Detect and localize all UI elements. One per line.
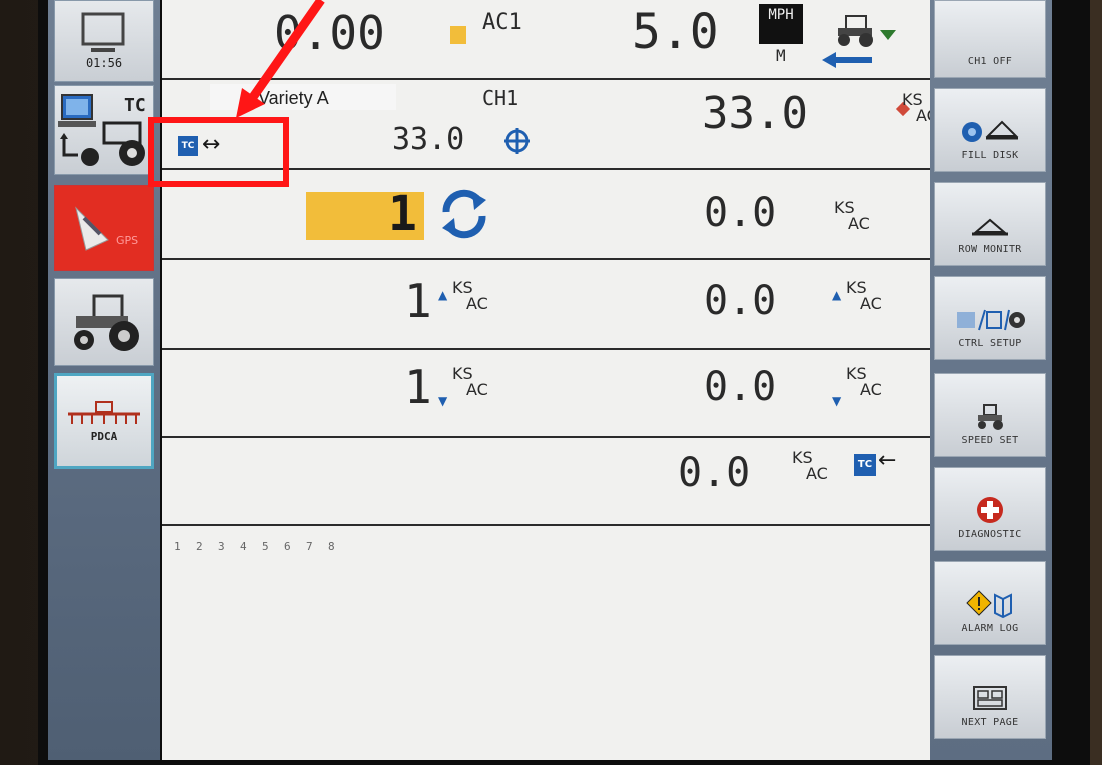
unit-bottom: AC [806,464,828,483]
ctrl-setup-button[interactable]: CTRL SETUP [934,276,1046,360]
speed-unit-badge: MPH [759,4,803,44]
increase-rate-arrow-icon: ▲ [832,288,842,302]
alarm-log-label: ALARM LOG [961,623,1019,634]
decrease-step[interactable]: 1 [404,360,432,414]
next-page-label: NEXT PAGE [961,717,1019,728]
diagnostic-label: DIAGNOSTIC [958,529,1022,540]
next-page-button[interactable]: NEXT PAGE [934,655,1046,739]
actual-rate: 33.0 [702,88,808,139]
alarm-log-button[interactable]: ALARM LOG [934,561,1046,645]
variety-name: Variety A [258,88,329,108]
pdca-button[interactable]: PDCA [54,373,154,469]
row-number: 3 [218,540,225,553]
fill-disk-icon [962,120,1019,142]
planter-icon [68,400,140,424]
ctrl-setup-label: CTRL SETUP [958,338,1022,349]
main-panel: 0.00 AC1 5.0 MPH M Variety A CH1 33.0 TC… [162,0,938,760]
product-label: AC1 [482,10,522,35]
increase-arrow-icon: ▲ [438,288,448,302]
row-monitor-label: ROW MONITR [958,244,1022,255]
speed-source-icon [822,15,896,68]
fill-disk-label: FILL DISK [961,150,1019,161]
next-page-icon [973,686,1007,710]
monitor-icon [81,12,125,52]
increase-rate-value: 0.0 [704,278,777,324]
decrease-rate-arrow-icon: ▼ [832,394,842,408]
row-number: 5 [262,540,269,553]
row-number: 6 [284,540,291,553]
right-sidebar: CH1 OFF FILL DISK ROW MONITR CTRL SETUP [930,0,1052,760]
clock-button[interactable]: 01:56 [54,0,154,82]
alarm-log-icon [966,590,1012,619]
increase-rate-unit: KS AC [846,280,882,312]
tc-rate-row: 0.0 KS AC TC ← [162,438,930,526]
current-rate-value: 0.0 [704,190,777,236]
increase-row: 1 ▲ KS AC 0.0 ▲ KS AC [162,260,930,350]
unit-bottom: AC [466,380,488,399]
decrease-rate-value: 0.0 [704,364,777,410]
tc-rate-unit: KS AC [792,450,828,482]
diagnostic-button[interactable]: DIAGNOSTIC [934,467,1046,551]
tc-tractor-button[interactable]: TC [54,85,154,175]
gps-label: GPS [116,234,138,247]
row-number: 2 [196,540,203,553]
unit-bottom: AC [860,380,882,399]
decrease-step-unit: KS AC [452,366,488,398]
pdca-label: PDCA [90,429,118,443]
gps-button[interactable]: GPS [54,185,154,271]
target-rate: 33.0 [392,122,465,157]
increase-step[interactable]: 1 [404,274,432,328]
application-rate: 0.00 [274,6,385,60]
control-setup-icon [957,309,1025,331]
row-monitor-button[interactable]: ROW MONITR [934,182,1046,266]
left-sidebar: 01:56 TC GPS PDCA [48,0,160,760]
planter-icon [972,218,1008,236]
unit-bottom: AC [860,294,882,313]
row-number: 1 [174,540,181,553]
tc-tractor-icon: TC [58,94,146,166]
left-arrow-icon: ← [878,448,897,473]
diagnostic-icon [977,497,1003,523]
row-number: 7 [306,540,313,553]
annotation-highlight-box [148,117,289,187]
ground-speed: 5.0 [632,4,719,60]
decrease-row: 1 ▼ KS AC 0.0 ▼ KS AC [162,350,930,438]
unit-bottom: AC [848,214,870,233]
speed-set-button[interactable]: SPEED SET [934,373,1046,457]
tc-icon: TC [854,454,876,476]
product-color-swatch [450,26,466,44]
row-number: 8 [328,540,335,553]
row-number: 4 [240,540,247,553]
current-rate-unit: KS AC [834,200,870,232]
tc-label: TC [124,95,146,116]
unit-bottom: AC [466,294,488,313]
channel-toggle-label: CH1 OFF [967,56,1013,67]
header-row: 0.00 AC1 5.0 MPH M [162,0,930,80]
channel-label: CH1 [482,86,519,110]
speed-sub-label: M [776,46,786,65]
target-crosshair-icon [504,128,530,154]
tractor-button[interactable] [54,278,154,366]
refresh-icon[interactable] [438,188,490,240]
satellite-dish-icon: GPS [75,206,138,251]
row-monitor-area [162,526,930,760]
increase-step-unit: KS AC [452,280,488,312]
tractor-speed-icon [978,404,1003,430]
rate-number: 1 [388,186,417,242]
decrease-arrow-icon: ▼ [438,394,448,408]
clock-label: 01:56 [85,56,123,70]
channel-toggle-button[interactable]: CH1 OFF [934,0,1046,78]
decrease-rate-unit: KS AC [846,366,882,398]
fill-disk-button[interactable]: FILL DISK [934,88,1046,172]
tractor-icon [74,294,139,351]
speed-set-label: SPEED SET [961,435,1019,446]
tc-rate-value: 0.0 [678,450,751,496]
